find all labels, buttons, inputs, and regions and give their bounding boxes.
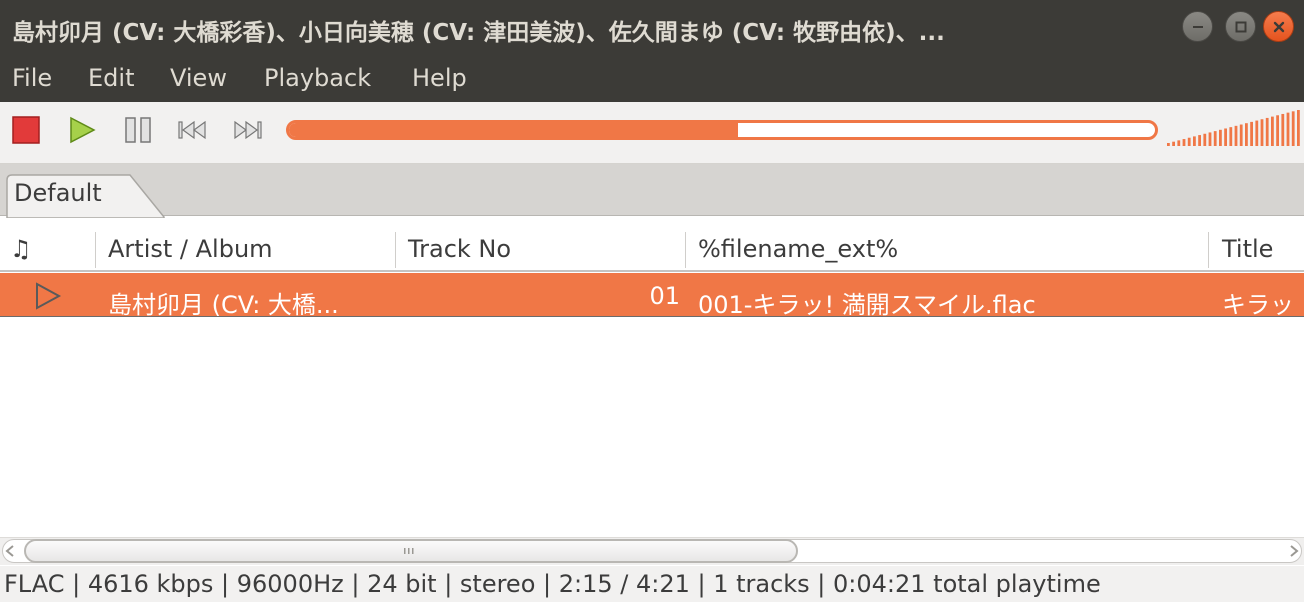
volume-level-bar: [1276, 115, 1279, 146]
tab-strip: [0, 164, 1304, 216]
pause-button[interactable]: [122, 112, 154, 148]
next-icon: [234, 120, 262, 140]
menu-file[interactable]: File: [12, 64, 52, 92]
volume-level-bar: [1213, 131, 1217, 146]
maximize-button[interactable]: [1225, 11, 1256, 42]
playlist-row[interactable]: 島村卯月 (CV: 大橋... 01 001-キラッ! 満開スマイル.flac …: [0, 273, 1304, 317]
menu-help[interactable]: Help: [412, 64, 467, 92]
volume-level-bar: [1234, 125, 1238, 146]
close-icon: [1273, 21, 1284, 32]
volume-level-bar: [1203, 133, 1207, 146]
column-filename[interactable]: %filename_ext%: [698, 228, 898, 270]
volume-bar[interactable]: [1165, 110, 1301, 146]
cell-filename: 001-キラッ! 満開スマイル.flac: [698, 291, 1036, 317]
close-button[interactable]: [1263, 11, 1294, 42]
play-indicator-cell: [34, 273, 68, 316]
volume-level-bar: [1286, 112, 1290, 146]
volume-level-bar: [1250, 121, 1253, 146]
cell-title: キラッ: [1222, 291, 1294, 317]
column-separator[interactable]: [395, 232, 396, 268]
volume-level-bar: [1271, 116, 1274, 146]
minimize-button[interactable]: [1182, 11, 1213, 42]
volume-level-bar: [1245, 123, 1248, 146]
seek-bar-fill: [289, 123, 738, 137]
next-button[interactable]: [232, 112, 264, 148]
volume-level-bar: [1208, 132, 1212, 146]
column-separator[interactable]: [685, 232, 686, 268]
scroll-left-icon[interactable]: [4, 544, 16, 558]
stop-icon: [12, 116, 40, 144]
volume-level-bar: [1167, 143, 1170, 146]
scroll-right-icon[interactable]: [1288, 544, 1300, 558]
volume-level-bar: [1265, 117, 1269, 146]
volume-level-bar: [1255, 120, 1259, 146]
play-button[interactable]: [66, 112, 98, 148]
status-text: FLAC | 4616 kbps | 96000Hz | 24 bit | st…: [4, 570, 1101, 598]
volume-level-bar: [1193, 136, 1196, 146]
stop-button[interactable]: [10, 112, 42, 148]
scrollbar-grip-icon: [404, 548, 414, 554]
previous-button[interactable]: [176, 112, 208, 148]
column-track-no[interactable]: Track No: [408, 228, 511, 270]
column-playing[interactable]: ♫: [10, 228, 32, 270]
volume-level-bar: [1177, 140, 1181, 146]
cell-artist-album: 島村卯月 (CV: 大橋...: [108, 291, 339, 317]
player-window: 島村卯月 (CV: 大橋彩香)、小日向美穂 (CV: 津田美波)、佐久間まゆ (…: [0, 0, 1304, 602]
menu-bar: File Edit View Playback Help: [0, 56, 1304, 102]
volume-level-bar: [1182, 139, 1186, 146]
column-separator[interactable]: [95, 232, 96, 268]
play-indicator-icon: [36, 282, 62, 310]
tab-default-label: Default: [14, 179, 102, 207]
volume-level-bar: [1229, 127, 1233, 146]
volume-level-bar: [1239, 124, 1243, 146]
minimize-icon: [1192, 25, 1203, 28]
volume-level-bar: [1219, 129, 1222, 146]
volume-level-bar: [1198, 135, 1201, 146]
column-header: ♫ Artist / Album Track No %filename_ext%…: [0, 228, 1304, 272]
maximize-icon: [1235, 21, 1246, 32]
menu-playback[interactable]: Playback: [264, 64, 371, 92]
volume-level-bar: [1260, 119, 1264, 146]
play-icon: [70, 116, 96, 144]
column-artist-album[interactable]: Artist / Album: [108, 228, 273, 270]
volume-level-bar: [1187, 137, 1191, 146]
menu-view[interactable]: View: [170, 64, 227, 92]
volume-level-bar: [1172, 141, 1175, 146]
volume-level-bar: [1297, 110, 1300, 146]
pause-icon: [125, 117, 151, 143]
volume-level-bar: [1224, 128, 1227, 146]
seek-bar[interactable]: [286, 120, 1158, 140]
title-bar: 島村卯月 (CV: 大橋彩香)、小日向美穂 (CV: 津田美波)、佐久間まゆ (…: [0, 0, 1304, 56]
window-title: 島村卯月 (CV: 大橋彩香)、小日向美穂 (CV: 津田美波)、佐久間まゆ (…: [12, 20, 945, 46]
volume-level-bar: [1291, 111, 1295, 146]
column-separator[interactable]: [1208, 232, 1209, 268]
previous-icon: [178, 120, 206, 140]
menu-edit[interactable]: Edit: [88, 64, 134, 92]
volume-level-bar: [1281, 113, 1285, 146]
column-title[interactable]: Title: [1222, 228, 1273, 270]
cell-track-no: 01: [649, 282, 680, 310]
